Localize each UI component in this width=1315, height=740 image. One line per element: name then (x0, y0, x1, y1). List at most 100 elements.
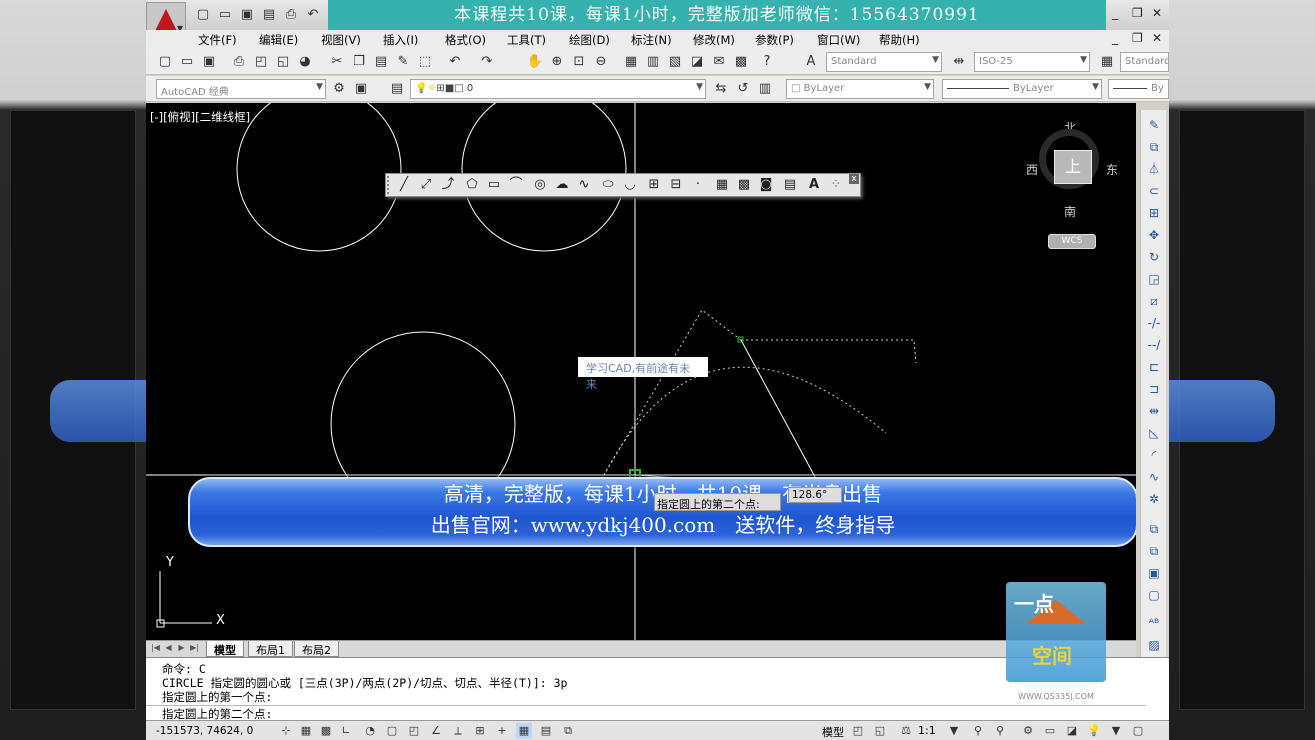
quick-properties-icon[interactable]: ▤ (538, 723, 554, 739)
add-selected-icon[interactable]: ⁘ (826, 176, 846, 194)
undo-icon[interactable]: ↶ (304, 6, 322, 24)
ortho-mode-icon[interactable]: ∟ (338, 723, 354, 739)
polygon-tool-icon[interactable]: ⬠ (462, 176, 482, 194)
draw-order-back-icon[interactable]: ⧉ (1145, 542, 1163, 560)
bring-above-icon[interactable]: ▣ (1145, 564, 1163, 582)
trim-icon[interactable]: -/- (1145, 314, 1163, 332)
text-style-icon[interactable]: A (802, 53, 820, 71)
menu-edit[interactable]: 编辑(E) (259, 32, 298, 48)
scale-icon[interactable]: ◲ (1145, 270, 1163, 288)
menu-view[interactable]: 视图(V) (321, 32, 361, 48)
paste-icon[interactable]: ▤ (372, 53, 390, 71)
3d-dwf-icon[interactable]: ◕ (296, 53, 314, 71)
workspace-toggle-icon[interactable]: ▣ (352, 80, 370, 98)
dynamic-input-icon[interactable]: ⊞ (472, 723, 488, 739)
layer-combo[interactable]: 💡☼⊞■□ 0 ▼ (410, 79, 706, 99)
zoom-realtime-icon[interactable]: ⊕ (548, 53, 566, 71)
extend-icon[interactable]: --/ (1145, 336, 1163, 354)
workspace-switching-icon[interactable]: ⚙ (1020, 723, 1036, 739)
menu-insert[interactable]: 插入(I) (383, 32, 418, 48)
copy-object-icon[interactable]: ⧉ (1145, 138, 1163, 156)
construction-line-icon[interactable]: ⤢ (416, 176, 436, 194)
auto-scale-icon[interactable]: ⚲ (992, 723, 1008, 739)
drawing-canvas[interactable]: [-][俯视][二维线框] ╱ ⤢ ⤴ ⬠ ▭ ⌒ ◎ ☁ ∿ ⬭ ◡ ⊞ ⊟ … (146, 103, 1136, 640)
join-icon[interactable]: ⇹ (1145, 402, 1163, 420)
circle-tool-icon[interactable]: ◎ (530, 176, 550, 194)
text-style-combo[interactable]: Standard ▼ (826, 52, 942, 72)
doc-restore-button[interactable]: ❐ (1132, 31, 1143, 45)
next-tab-icon[interactable]: ▶ (176, 643, 187, 655)
model-space-toggle[interactable]: 模型 (822, 724, 844, 740)
restore-button[interactable]: ❐ (1132, 6, 1143, 20)
polyline-tool-icon[interactable]: ⤴ (438, 176, 458, 194)
dynamic-angle-input[interactable]: 128.6° (788, 487, 842, 503)
viewcube-west[interactable]: 西 (1026, 161, 1038, 178)
layer-state-icon[interactable]: ▥ (756, 80, 774, 98)
redo-icon[interactable]: ↷ (478, 53, 496, 71)
save-icon[interactable]: ▣ (200, 53, 218, 71)
table-style-icon[interactable]: ▦ (1098, 53, 1116, 71)
annotation-scale-value[interactable]: 1:1 (918, 724, 936, 737)
coordinate-readout[interactable]: -151573, 74624, 0 (156, 725, 253, 737)
close-icon[interactable]: x (849, 174, 859, 184)
match-properties-icon[interactable]: ✎ (394, 53, 412, 71)
fillet-icon[interactable]: ◜ (1145, 446, 1163, 464)
quick-view-layouts-icon[interactable]: ◰ (850, 723, 866, 739)
erase-icon[interactable]: ✎ (1145, 116, 1163, 134)
copy-icon[interactable]: ❐ (350, 53, 368, 71)
menu-help[interactable]: 帮助(H) (879, 32, 920, 48)
help-icon[interactable]: ? (758, 53, 776, 71)
clean-screen-icon[interactable]: ▢ (1130, 723, 1146, 739)
multiline-text-icon[interactable]: A (804, 176, 824, 194)
save-as-icon[interactable]: ▤ (260, 6, 278, 24)
menu-draw[interactable]: 绘图(D) (569, 32, 610, 48)
rotate-icon[interactable]: ↻ (1145, 248, 1163, 266)
pan-icon[interactable]: ✋ (526, 53, 544, 71)
snap-mode-icon[interactable]: ▦ (298, 723, 314, 739)
hatch-tool-icon[interactable]: ▦ (712, 176, 732, 194)
annotation-scale-icon[interactable]: ⚖ (898, 723, 914, 739)
block-editor-icon[interactable]: ⬚ (416, 53, 434, 71)
tab-layout1[interactable]: 布局1 (248, 641, 293, 657)
workspace-combo[interactable]: AutoCAD 经典 ▼ (156, 79, 326, 99)
region-tool-icon[interactable]: ◙ (756, 176, 776, 194)
zoom-previous-icon[interactable]: ⊖ (592, 53, 610, 71)
make-current-icon[interactable]: ⇆ (712, 80, 730, 98)
markup-icon[interactable]: ✉ (710, 53, 728, 71)
blend-icon[interactable]: ∿ (1145, 468, 1163, 486)
prev-tab-icon[interactable]: ◀ (163, 643, 174, 655)
selection-cycling-icon[interactable]: ⧉ (560, 723, 576, 739)
tab-model[interactable]: 模型 (206, 641, 244, 657)
qnew-icon[interactable]: ▢ (156, 53, 174, 71)
mirror-icon[interactable]: ⏃ (1145, 160, 1163, 178)
properties-icon[interactable]: ▦ (622, 53, 640, 71)
move-icon[interactable]: ✥ (1145, 226, 1163, 244)
first-tab-icon[interactable]: |◀ (150, 643, 161, 655)
menu-modify[interactable]: 修改(M) (693, 32, 735, 48)
plot-preview-icon[interactable]: ◰ (252, 53, 270, 71)
isolate-objects-icon[interactable]: 💡 (1086, 723, 1102, 739)
spline-tool-icon[interactable]: ∿ (574, 176, 594, 194)
viewcube-top-face[interactable]: 上 (1054, 150, 1092, 184)
chevron-down-icon[interactable]: ▼ (1108, 723, 1124, 739)
break-at-point-icon[interactable]: ⊏ (1145, 358, 1163, 376)
line-tool-icon[interactable]: ╱ (394, 176, 414, 194)
object-snap-icon[interactable]: ▢ (384, 723, 400, 739)
table-tool-icon[interactable]: ▤ (780, 176, 800, 194)
color-combo[interactable]: □ ByLayer ▼ (786, 79, 934, 99)
publish-icon[interactable]: ◱ (274, 53, 292, 71)
sheet-set-icon[interactable]: ◪ (688, 53, 706, 71)
dim-style-combo[interactable]: ISO-25 ▼ (974, 52, 1090, 72)
zoom-window-icon[interactable]: ⊡ (570, 53, 588, 71)
last-tab-icon[interactable]: ▶| (189, 643, 200, 655)
wcs-menu[interactable]: WCS (1048, 234, 1096, 249)
print-icon[interactable]: ⎙ (282, 6, 300, 24)
linetype-combo[interactable]: ByLayer ▼ (942, 79, 1102, 99)
stretch-icon[interactable]: ⧄ (1145, 292, 1163, 310)
table-style-combo[interactable]: Standard (1120, 52, 1169, 72)
toolbar-lock-icon[interactable]: ▭ (1042, 723, 1058, 739)
chamfer-icon[interactable]: ◺ (1145, 424, 1163, 442)
quick-view-drawings-icon[interactable]: ◱ (872, 723, 888, 739)
open-icon[interactable]: ▭ (178, 53, 196, 71)
grid-display-icon[interactable]: ▩ (318, 723, 334, 739)
